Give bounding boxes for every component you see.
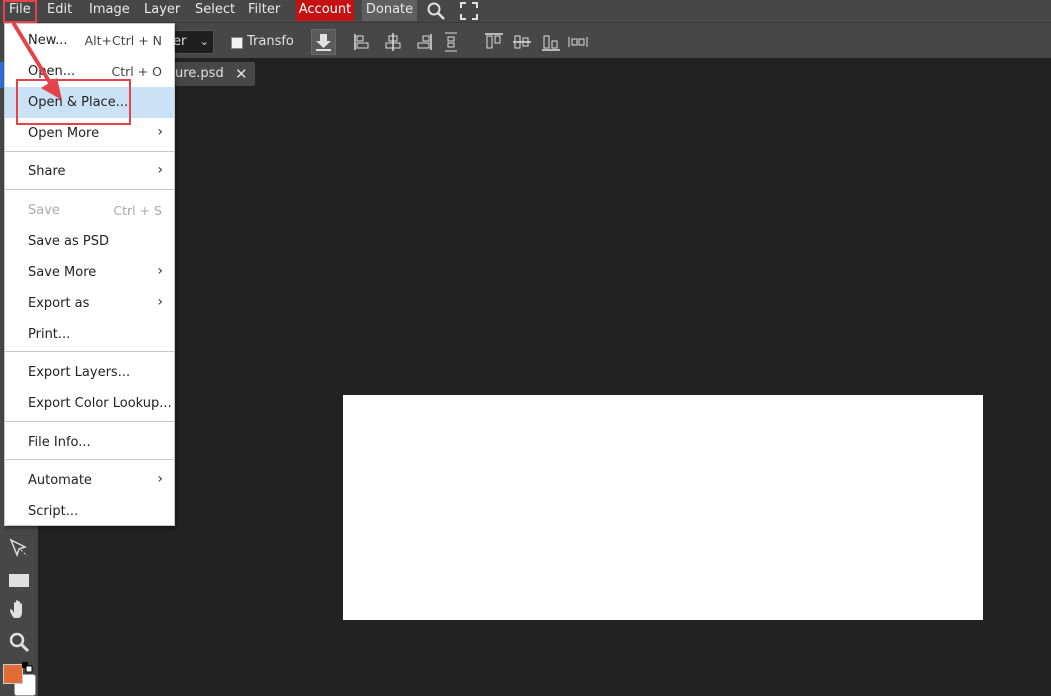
hand-tool-icon[interactable] xyxy=(7,598,31,622)
zoom-tool-icon[interactable] xyxy=(7,630,31,654)
menu-item-label: Save as PSD xyxy=(28,234,110,249)
distribute-horizontal-icon[interactable] xyxy=(567,31,589,53)
menu-item-label: Automate xyxy=(28,473,92,488)
chevron-right-icon: › xyxy=(157,162,163,178)
download-icon[interactable] xyxy=(311,29,336,55)
close-icon[interactable]: ✕ xyxy=(235,65,248,83)
align-right-icon[interactable] xyxy=(412,31,434,53)
chevron-right-icon: › xyxy=(157,124,163,140)
menu-item-label: File Info... xyxy=(28,435,91,450)
menu-item-save-as-psd[interactable]: Save as PSD xyxy=(5,226,174,257)
menu-item-label: Export Layers... xyxy=(28,365,131,380)
chevron-right-icon: › xyxy=(157,263,163,279)
align-left-icon[interactable] xyxy=(352,31,374,53)
menu-separator xyxy=(5,421,174,422)
menu-item-shortcut: Ctrl + O xyxy=(111,64,162,79)
distribute-vertical-icon[interactable] xyxy=(440,31,462,53)
menu-item-label: Open More xyxy=(28,126,100,141)
align-bottom-icon[interactable] xyxy=(540,31,562,53)
select-tool-icon[interactable] xyxy=(7,536,31,560)
menu-item-automate[interactable]: Automate › xyxy=(5,465,174,496)
menu-separator xyxy=(5,151,174,152)
menu-item-label: Script... xyxy=(28,504,79,519)
menu-item-save-more[interactable]: Save More › xyxy=(5,257,174,288)
menu-item-script[interactable]: Script... xyxy=(5,496,174,527)
menu-select[interactable]: Select xyxy=(195,0,235,22)
menu-item-label: Print... xyxy=(28,327,71,342)
account-button[interactable]: Account xyxy=(296,0,354,21)
align-center-icon[interactable] xyxy=(382,31,404,53)
foreground-color-swatch[interactable] xyxy=(3,664,23,684)
menu-separator xyxy=(5,459,174,460)
chevron-down-icon: ⌄ xyxy=(199,35,209,48)
swap-colors-icon[interactable] xyxy=(22,662,34,674)
document-tab[interactable]: ure.psd ✕ xyxy=(175,62,255,86)
menu-item-label: Export Color Lookup... xyxy=(28,396,172,411)
rectangle-tool-icon[interactable] xyxy=(7,568,31,592)
menu-item-label: Save xyxy=(28,203,60,218)
menu-item-label: Save More xyxy=(28,265,97,280)
menu-item-label: Share xyxy=(28,164,66,179)
menu-item-print[interactable]: Print... xyxy=(5,319,174,350)
transform-checkbox[interactable] xyxy=(231,37,243,49)
menu-item-label: Export as xyxy=(28,296,90,311)
menu-item-export-as[interactable]: Export as › xyxy=(5,288,174,319)
transform-label: Transfo xyxy=(247,34,294,49)
document-tab-label: ure.psd xyxy=(175,66,224,81)
menu-edit[interactable]: Edit xyxy=(47,0,72,22)
document-canvas[interactable] xyxy=(343,395,983,620)
menu-item-export-layers[interactable]: Export Layers... xyxy=(5,357,174,388)
menu-bar: File Edit Image Layer Select Filter Acco… xyxy=(0,0,1051,22)
fullscreen-icon[interactable] xyxy=(459,1,479,21)
menu-item-export-color-lookup[interactable]: Export Color Lookup... xyxy=(5,388,174,419)
annotation-arrow-icon xyxy=(12,22,62,100)
menu-item-shortcut: Alt+Ctrl + N xyxy=(84,33,162,48)
align-top-icon[interactable] xyxy=(483,31,505,53)
menu-separator xyxy=(5,351,174,352)
donate-button[interactable]: Donate xyxy=(362,0,417,21)
menu-item-file-info[interactable]: File Info... xyxy=(5,427,174,458)
align-middle-icon[interactable] xyxy=(511,31,533,53)
menu-image[interactable]: Image xyxy=(89,0,130,22)
search-icon[interactable] xyxy=(426,1,446,21)
menu-item-share[interactable]: Share › xyxy=(5,156,174,187)
menu-item-shortcut: Ctrl + S xyxy=(113,203,162,218)
menu-layer[interactable]: Layer xyxy=(144,0,180,22)
blend-select-value: er xyxy=(173,34,187,49)
menu-item-save: Save Ctrl + S xyxy=(5,195,174,226)
menu-filter[interactable]: Filter xyxy=(248,0,280,22)
chevron-right-icon: › xyxy=(157,471,163,487)
menu-separator xyxy=(5,189,174,190)
chevron-right-icon: › xyxy=(157,294,163,310)
